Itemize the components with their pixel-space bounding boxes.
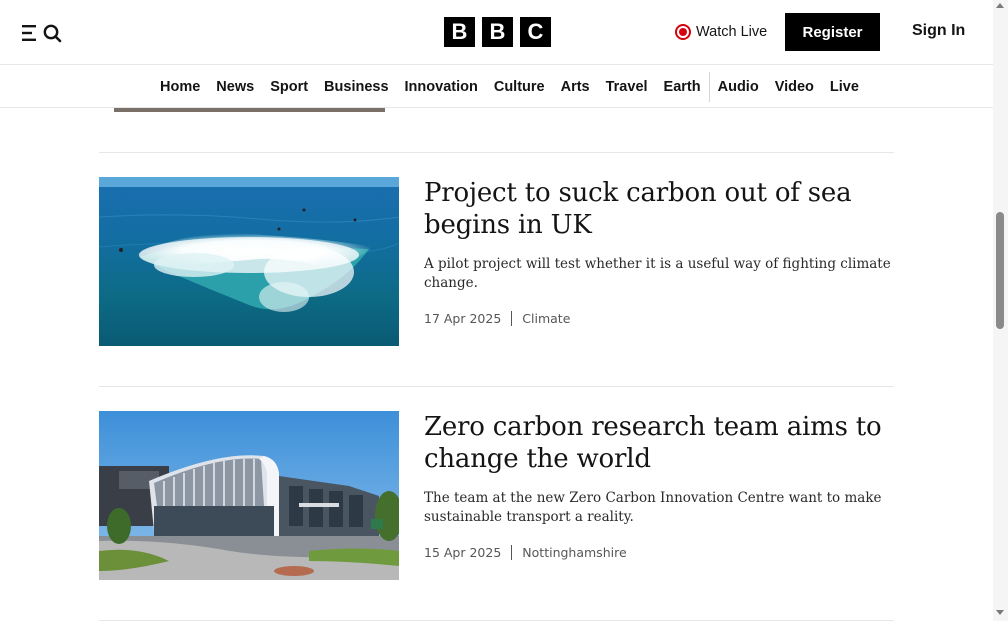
live-icon <box>675 24 691 40</box>
nav-item-business[interactable]: Business <box>316 66 396 108</box>
article-image-building[interactable] <box>99 411 399 580</box>
nav-item-travel[interactable]: Travel <box>598 66 656 108</box>
article-summary: The team at the new Zero Carbon Innovati… <box>424 490 882 525</box>
logo-letter: C <box>520 17 551 47</box>
nav-item-news[interactable]: News <box>208 66 262 108</box>
article-date: 15 Apr 2025 <box>424 545 502 560</box>
scroll-thumb[interactable] <box>996 212 1004 329</box>
previous-article-image[interactable] <box>114 108 385 112</box>
watch-live-label: Watch Live <box>696 24 768 40</box>
nav-item-arts[interactable]: Arts <box>553 66 598 108</box>
article-divider <box>99 386 894 387</box>
nav-item-audio[interactable]: Audio <box>710 66 767 108</box>
menu-search-button[interactable] <box>22 22 62 44</box>
article-card[interactable]: Project to suck carbon out of sea begins… <box>99 177 894 347</box>
article-card[interactable]: Zero carbon research team aims to change… <box>99 411 894 581</box>
nav-item-sport[interactable]: Sport <box>262 66 316 108</box>
article-text: Zero carbon research team aims to change… <box>424 411 894 560</box>
main-nav: Home News Sport Business Innovation Cult… <box>0 66 993 108</box>
scroll-down-arrow-icon[interactable] <box>996 610 1004 615</box>
site-header: B B C Watch Live Register Sign In <box>0 0 993 65</box>
register-button[interactable]: Register <box>785 13 880 51</box>
article-headline[interactable]: Zero carbon research team aims to change… <box>424 411 894 475</box>
nav-item-earth[interactable]: Earth <box>656 66 709 108</box>
article-image-sea[interactable] <box>99 177 399 346</box>
article-tag[interactable]: Nottinghamshire <box>522 545 626 560</box>
logo-letter: B <box>444 17 475 47</box>
logo-letter: B <box>482 17 513 47</box>
meta-divider <box>511 545 513 560</box>
watch-live-link[interactable]: Watch Live <box>675 22 767 42</box>
bbc-logo[interactable]: B B C <box>444 17 551 47</box>
article-tag[interactable]: Climate <box>522 311 570 326</box>
page-scrollbar[interactable] <box>993 0 1008 621</box>
article-headline[interactable]: Project to suck carbon out of sea begins… <box>424 177 894 241</box>
article-meta: 17 Apr 2025 Climate <box>424 311 894 326</box>
nav-items: Home News Sport Business Innovation Cult… <box>152 66 867 108</box>
article-meta: 15 Apr 2025 Nottinghamshire <box>424 545 894 560</box>
scroll-up-arrow-icon[interactable] <box>996 3 1004 8</box>
nav-item-home[interactable]: Home <box>152 66 208 108</box>
article-summary: A pilot project will test whether it is … <box>424 256 891 291</box>
article-text: Project to suck carbon out of sea begins… <box>424 177 894 326</box>
nav-item-innovation[interactable]: Innovation <box>397 66 486 108</box>
article-divider <box>99 152 894 153</box>
article-date: 17 Apr 2025 <box>424 311 502 326</box>
nav-item-culture[interactable]: Culture <box>486 66 553 108</box>
nav-item-video[interactable]: Video <box>767 66 822 108</box>
menu-search-icon <box>22 24 62 43</box>
nav-item-live[interactable]: Live <box>822 66 867 108</box>
sign-in-link[interactable]: Sign In <box>912 22 965 40</box>
meta-divider <box>511 311 513 326</box>
